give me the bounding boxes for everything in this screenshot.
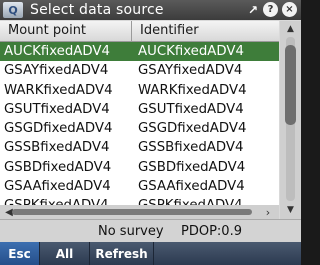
identifier-cell: GSBDfixedADV4 [138,159,246,175]
mount-point-cell: AUCKfixedADV4 [4,44,110,59]
navigate-icon[interactable]: ↗ [247,2,259,17]
table-header: Mount point Identifier [0,21,279,42]
mount-point-cell: GSUTfixedADV4 [4,101,110,117]
table-row[interactable]: GSAAfixedADV4 GSAAfixedADV4 [0,177,279,196]
softkey-empty [154,242,301,265]
mount-point-cell: GSAYfixedADV4 [4,63,109,79]
column-header-mount-point[interactable]: Mount point [0,21,132,41]
identifier-cell: GSUTfixedADV4 [138,101,244,117]
identifier-cell: WARKfixedADV4 [138,82,247,98]
refresh-button[interactable]: Refresh [90,242,154,265]
table-row[interactable]: AUCKfixedADV4 AUCKfixedADV4 [0,42,279,62]
title-bar: Q Select data source ↗ ? × [0,0,301,20]
survey-status: No survey [98,224,164,239]
vertical-scrollbar[interactable]: ▲ ▼ [280,21,301,219]
mount-point-cell: GSSBfixedADV4 [4,140,110,156]
mount-point-cell: GSBDfixedADV4 [4,159,112,175]
scroll-right-icon[interactable]: › [261,205,275,219]
mount-point-cell: GSGDfixedADV4 [4,121,113,137]
identifier-cell: GSSBfixedADV4 [138,140,244,156]
close-icon[interactable]: × [282,2,297,17]
table-row[interactable]: GSSBfixedADV4 GSSBfixedADV4 [0,138,279,157]
mount-point-cell: WARKfixedADV4 [4,82,113,98]
data-source-table: Mount point Identifier AUCKfixedADV4 AUCK… [0,21,279,219]
table-body: AUCKfixedADV4 AUCKfixedADV4 GSAYfixedADV4 G… [0,42,279,216]
app-logo-icon: Q [3,2,23,18]
esc-button[interactable]: Esc [0,242,40,265]
all-button[interactable]: All [40,242,90,265]
identifier-cell: AUCKfixedADV4 [138,44,244,59]
table-row[interactable]: GSBDfixedADV4 GSBDfixedADV4 [0,158,279,177]
table-row[interactable]: WARKfixedADV4 WARKfixedADV4 [0,81,279,100]
identifier-cell: GSAAfixedADV4 [138,179,245,195]
softkey-bar: Esc All Refresh [0,242,301,265]
scroll-down-icon[interactable]: ▼ [283,203,298,217]
vertical-scroll-thumb[interactable] [285,45,296,125]
window-title: Select data source [30,2,164,18]
table-row[interactable]: GSUTfixedADV4 GSUTfixedADV4 [0,100,279,119]
horizontal-scrollbar[interactable]: ◀ › [0,205,279,219]
column-header-identifier[interactable]: Identifier [132,21,279,41]
pdop-value: PDOP:0.9 [181,224,242,239]
screen: Q Select data source ↗ ? × Mount point I… [0,0,301,265]
status-bar: No survey PDOP:0.9 [0,219,301,243]
identifier-cell: GSGDfixedADV4 [138,121,247,137]
table-row[interactable]: GSGDfixedADV4 GSGDfixedADV4 [0,119,279,138]
identifier-cell: GSAYfixedADV4 [138,63,243,79]
mount-point-cell: GSAAfixedADV4 [4,179,111,195]
scroll-up-icon[interactable]: ▲ [283,22,298,36]
horizontal-scroll-thumb[interactable] [12,209,252,215]
help-icon[interactable]: ? [263,2,278,17]
table-row[interactable]: GSAYfixedADV4 GSAYfixedADV4 [0,61,279,80]
